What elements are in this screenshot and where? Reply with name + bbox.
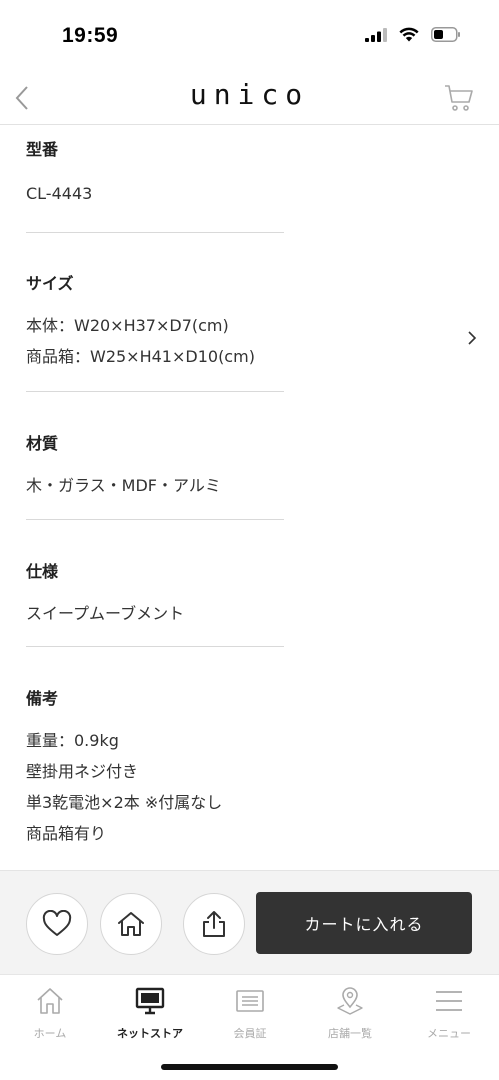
spec-notes-line: 商品箱有り <box>26 824 107 843</box>
brand-logo[interactable]: unico <box>0 78 499 111</box>
favorite-button[interactable] <box>26 893 88 955</box>
cart-icon <box>445 85 473 111</box>
spec-model: 型番 CL-4443 <box>26 126 284 233</box>
tab-label: メニュー <box>427 1027 471 1040</box>
tab-member-card[interactable]: 会員証 <box>200 985 300 1041</box>
product-spec-content[interactable]: 型番 CL-4443 サイズ 本体：W20×H37×D7(cm) 商品箱：W25… <box>0 126 499 870</box>
cart-button[interactable] <box>441 80 477 116</box>
spec-movement: 仕様 スイープムーブメント <box>26 520 284 647</box>
wifi-icon <box>399 27 419 42</box>
cellular-signal-icon <box>365 27 387 42</box>
spec-notes-label: 備考 <box>26 689 59 708</box>
spec-material-value: 木・ガラス・MDF・アルミ <box>26 476 221 495</box>
home-button[interactable] <box>100 893 162 955</box>
spec-movement-label: 仕様 <box>26 562 59 581</box>
tab-bar: ホーム ネットストア 会員証 店舗一覧 メニュー <box>0 974 499 1080</box>
menu-icon <box>436 990 462 1011</box>
tab-home[interactable]: ホーム <box>0 985 100 1041</box>
app-header: unico <box>0 72 499 125</box>
status-icons <box>365 27 461 42</box>
tab-net-store[interactable]: ネットストア <box>100 985 200 1041</box>
spec-model-value: CL-4443 <box>26 184 93 203</box>
member-card-icon <box>236 989 264 1012</box>
action-bar: カートに入れる <box>0 870 499 974</box>
tab-label: ネットストア <box>117 1027 183 1040</box>
home-indicator <box>161 1064 338 1070</box>
tab-label: 会員証 <box>233 1027 267 1040</box>
map-pin-icon <box>337 986 363 1015</box>
spec-size-line: 本体：W20×H37×D7(cm) <box>26 316 229 335</box>
home-icon <box>118 912 144 936</box>
tab-label: 店舗一覧 <box>328 1027 372 1040</box>
status-time: 19:59 <box>62 24 119 47</box>
spec-size-label: サイズ <box>26 274 74 293</box>
share-icon <box>203 911 225 937</box>
chevron-right-icon[interactable] <box>464 326 480 350</box>
add-to-cart-button[interactable]: カートに入れる <box>256 892 472 954</box>
spec-material-label: 材質 <box>26 434 59 453</box>
spec-size-line: 商品箱：W25×H41×D10(cm) <box>26 347 255 366</box>
spec-notes-line: 単3乾電池×2本 ※付属なし <box>26 793 223 812</box>
spec-list: 型番 CL-4443 サイズ 本体：W20×H37×D7(cm) 商品箱：W25… <box>26 126 284 869</box>
tab-store-list[interactable]: 店舗一覧 <box>300 985 400 1041</box>
battery-icon <box>431 27 460 42</box>
spec-notes-line: 重量：0.9kg <box>26 731 119 750</box>
spec-size: サイズ 本体：W20×H37×D7(cm) 商品箱：W25×H41×D10(cm… <box>26 233 284 392</box>
status-bar: 19:59 <box>0 0 499 72</box>
spec-notes-line: 壁掛用ネジ付き <box>26 762 139 781</box>
home-icon <box>37 987 63 1014</box>
spec-notes: 備考 重量：0.9kg 壁掛用ネジ付き 単3乾電池×2本 ※付属なし 商品箱有り <box>26 647 284 869</box>
spec-material: 材質 木・ガラス・MDF・アルミ <box>26 392 284 520</box>
tab-label: ホーム <box>33 1027 67 1040</box>
tab-menu[interactable]: メニュー <box>399 985 499 1041</box>
spec-movement-value: スイープムーブメント <box>26 604 185 623</box>
share-button[interactable] <box>183 893 245 955</box>
spec-model-label: 型番 <box>26 140 59 159</box>
heart-icon <box>42 910 72 936</box>
monitor-icon <box>135 987 165 1014</box>
